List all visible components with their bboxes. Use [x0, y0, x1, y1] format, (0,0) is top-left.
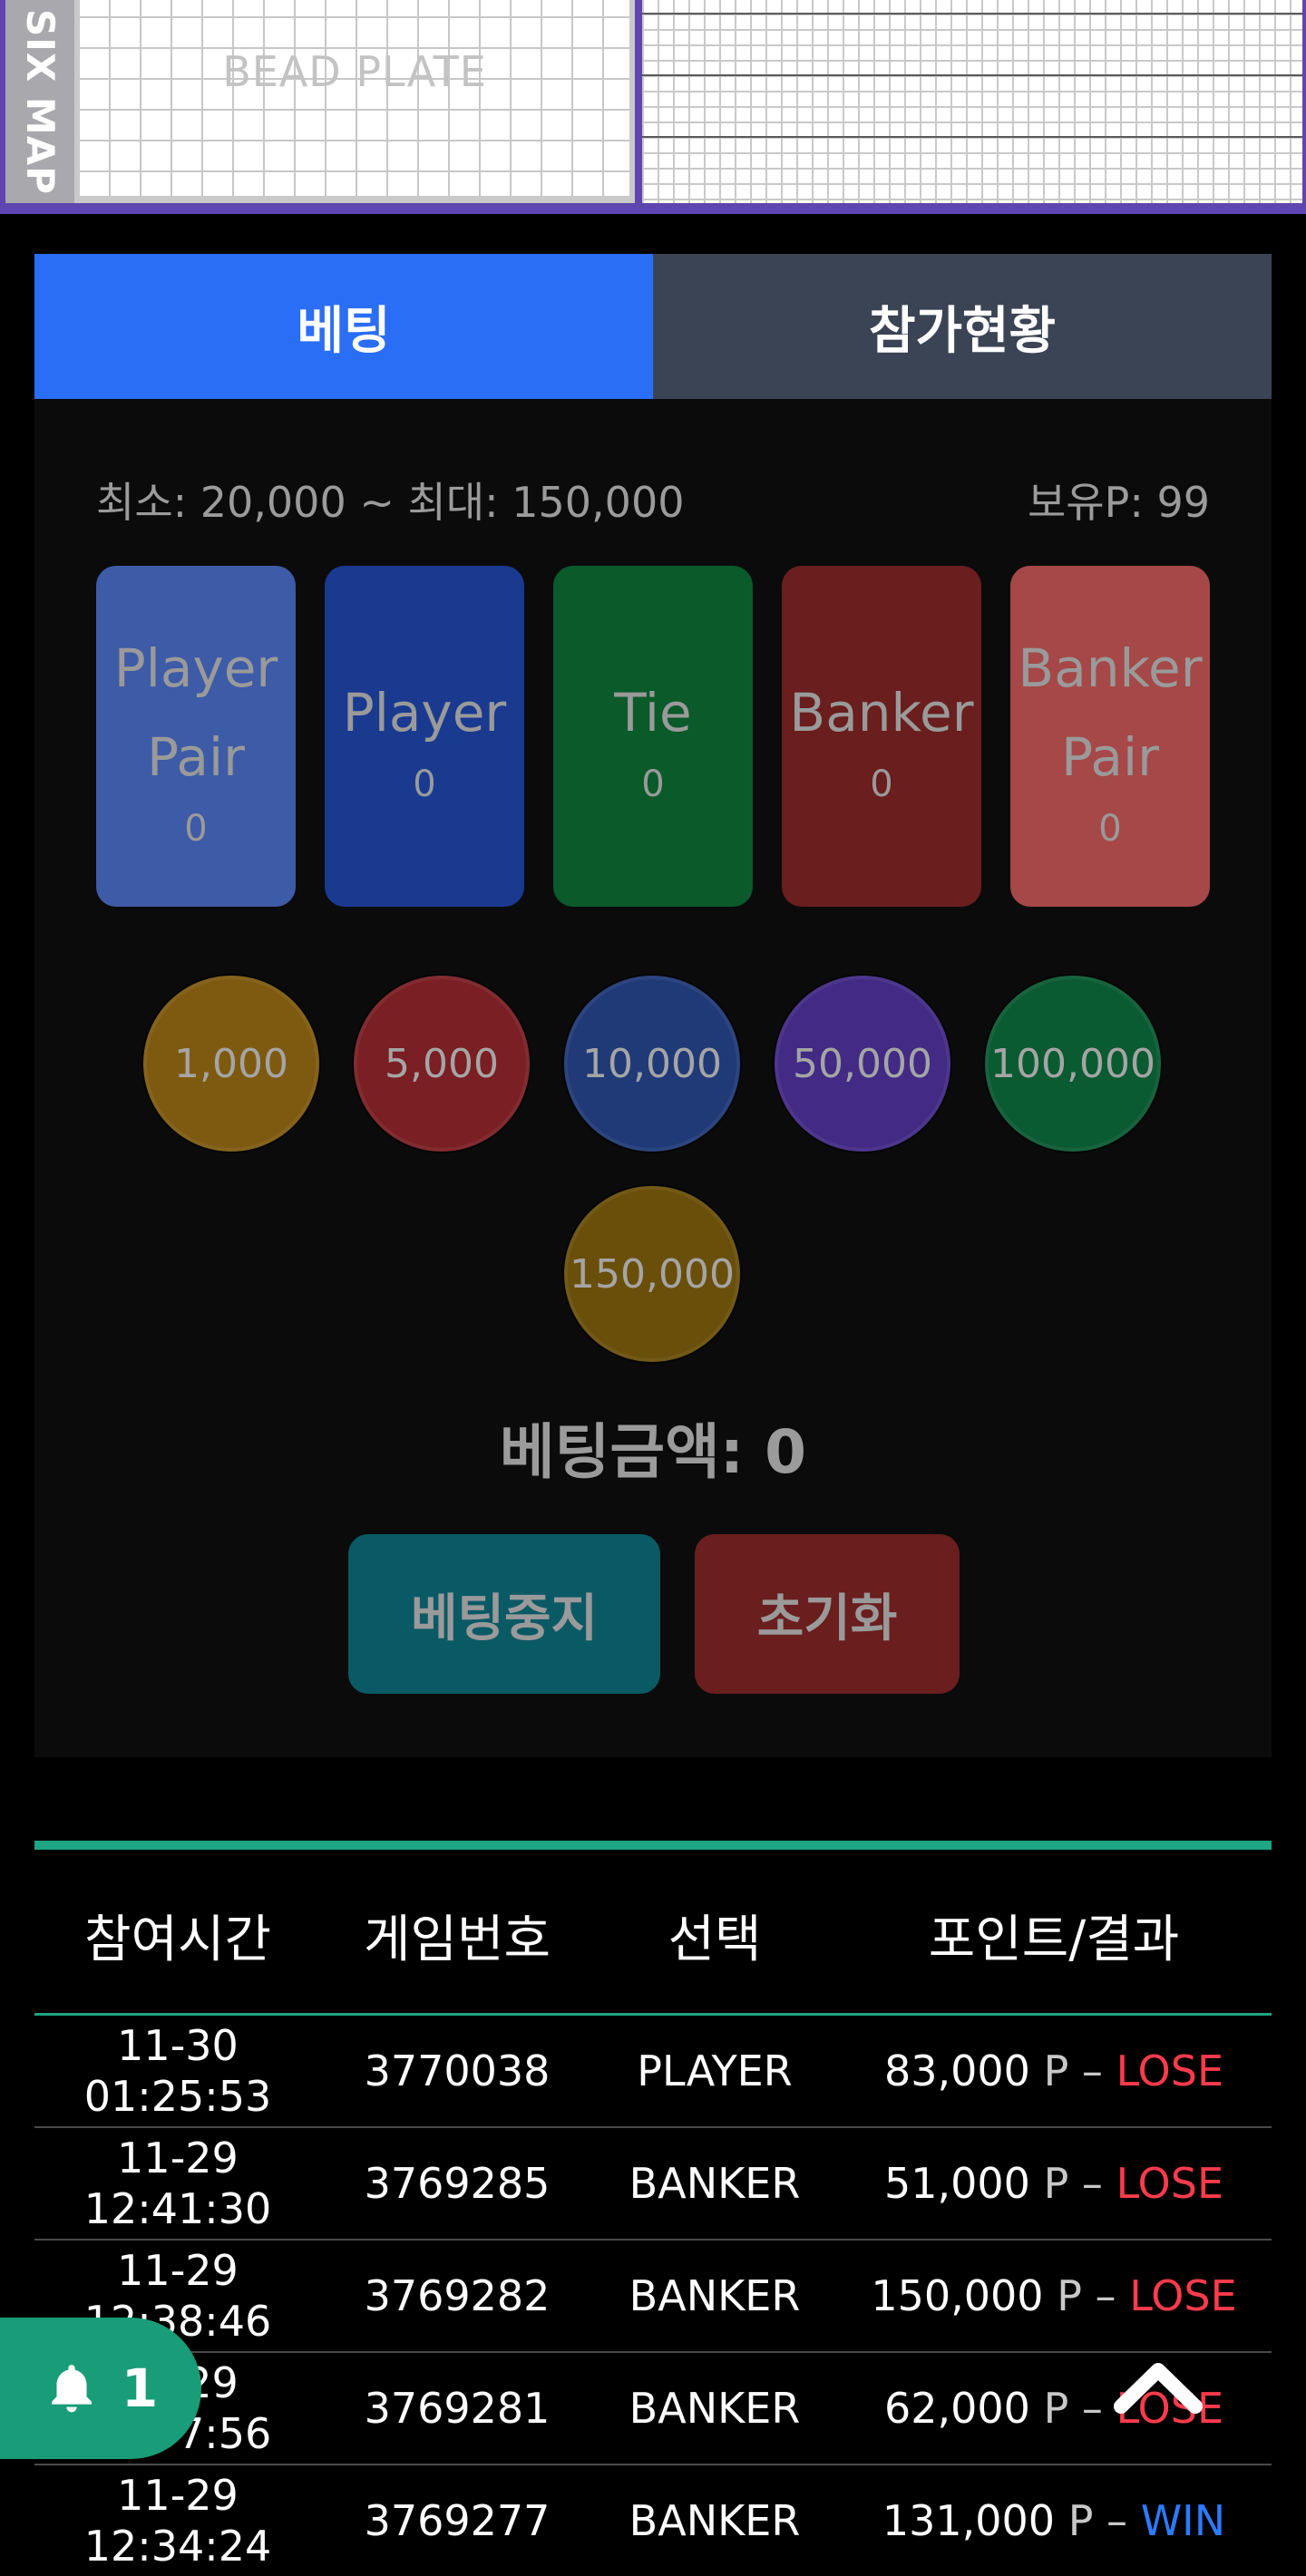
- table-row: 11-29 12:41:30 3769285 BANKER 51,000 P –…: [34, 2128, 1272, 2241]
- bet-banker-pair-label1: Banker: [1018, 637, 1203, 699]
- header-time: 참여시간: [83, 1910, 272, 1969]
- bet-player[interactable]: Player 0: [325, 566, 524, 907]
- row-unit: P –: [1067, 2496, 1128, 2545]
- header-game-number: 게임번호: [363, 1910, 551, 1969]
- row-selection: BANKER: [629, 2271, 801, 2320]
- row-points: 83,000: [883, 2046, 1030, 2095]
- row-game-number: 3769277: [364, 2496, 551, 2545]
- row-clock: 12:41:30: [83, 2184, 272, 2233]
- row-game-number: 3769281: [364, 2384, 551, 2433]
- chip-150000[interactable]: 150,000: [564, 1186, 740, 1362]
- bet-amount-total: 베팅금액: 0: [499, 1417, 807, 1487]
- header-selection: 선택: [668, 1910, 762, 1969]
- row-game-number: 3769285: [364, 2159, 551, 2208]
- row-clock: 01:25:53: [83, 2072, 272, 2121]
- chip-5000[interactable]: 5,000: [354, 976, 530, 1152]
- row-selection: PLAYER: [637, 2046, 793, 2095]
- row-unit: P –: [1043, 2159, 1103, 2208]
- row-points: 131,000: [882, 2496, 1056, 2545]
- row-game-number: 3770038: [364, 2046, 551, 2095]
- row-time: 11-29 12:41:30: [34, 2128, 321, 2239]
- bead-plate-title: BEAD PLATE: [222, 47, 487, 96]
- bet-player-label: Player: [342, 682, 507, 744]
- bead-plate-panel: SIX MAP BEAD PLATE: [5, 0, 635, 203]
- row-result: WIN: [1140, 2496, 1226, 2545]
- row-points: 62,000: [883, 2384, 1030, 2433]
- row-date: 11-29: [117, 2471, 239, 2520]
- tab-participation[interactable]: 참가현황: [653, 254, 1272, 399]
- row-selection: BANKER: [629, 2384, 801, 2433]
- bet-player-pair-label2: Pair: [147, 726, 245, 788]
- table-row: 11-30 01:25:53 3770038 PLAYER 83,000 P –…: [34, 2016, 1272, 2128]
- tab-bar: 베팅 참가현황: [34, 254, 1272, 399]
- row-unit: P –: [1057, 2271, 1116, 2320]
- row-unit: P –: [1043, 2046, 1103, 2095]
- notification-count: 1: [121, 2357, 159, 2419]
- chip-50000[interactable]: 50,000: [775, 976, 950, 1152]
- chip-1000[interactable]: 1,000: [143, 976, 319, 1152]
- big-road-grid: [642, 0, 1302, 203]
- bet-banker-label: Banker: [789, 682, 974, 744]
- bet-banker[interactable]: Banker 0: [782, 566, 981, 907]
- chevron-up-icon: [1114, 2363, 1203, 2414]
- bead-plate-grid: BEAD PLATE: [80, 0, 629, 196]
- table-row: 11-29 12:38:46 3769282 BANKER 150,000 P …: [34, 2241, 1272, 2353]
- row-clock: 12:34:24: [83, 2522, 272, 2571]
- row-result: LOSE: [1116, 2046, 1224, 2095]
- row-result: LOSE: [1129, 2271, 1237, 2320]
- scroll-top-button[interactable]: [1108, 2347, 1208, 2428]
- row-unit: P –: [1043, 2384, 1103, 2433]
- bet-tie-amount: 0: [641, 763, 665, 805]
- bet-banker-amount: 0: [870, 763, 893, 805]
- header-points-result: 포인트/결과: [928, 1910, 1180, 1969]
- tab-betting[interactable]: 베팅: [34, 254, 653, 399]
- row-date: 11-30: [117, 2021, 239, 2070]
- table-row: 11-29 12:37:56 3769281 BANKER 62,000 P –…: [34, 2353, 1272, 2465]
- six-map-text: SIX MAP: [17, 8, 63, 195]
- history-divider: [34, 1841, 1272, 1850]
- bet-banker-pair-amount: 0: [1098, 808, 1122, 850]
- row-selection: BANKER: [629, 2496, 801, 2545]
- row-time: 11-30 01:25:53: [34, 2016, 321, 2126]
- reset-button[interactable]: 초기화: [695, 1534, 960, 1694]
- bet-player-pair-label1: Player: [113, 637, 278, 699]
- bet-banker-pair-label2: Pair: [1061, 726, 1159, 788]
- bet-player-pair-amount: 0: [184, 808, 208, 850]
- table-row: 11-29 12:34:24 3769277 BANKER 131,000 P …: [34, 2465, 1272, 2576]
- bet-tie-label: Tie: [614, 682, 692, 744]
- row-points: 150,000: [871, 2271, 1044, 2320]
- row-points-result: 51,000 P – LOSE: [836, 2128, 1272, 2239]
- bet-player-amount: 0: [413, 763, 436, 805]
- row-selection: BANKER: [629, 2159, 801, 2208]
- points-balance: 보유P: 99: [1027, 478, 1210, 527]
- chip-100000[interactable]: 100,000: [985, 976, 1161, 1152]
- stop-betting-button[interactable]: 베팅중지: [348, 1534, 660, 1694]
- chip-10000[interactable]: 10,000: [564, 976, 740, 1152]
- row-time: 11-29 12:34:24: [34, 2465, 321, 2576]
- bet-limits: 최소: 20,000 ~ 최대: 150,000: [96, 478, 685, 527]
- row-date: 11-29: [117, 2246, 239, 2295]
- bet-player-pair[interactable]: Player Pair 0: [96, 566, 296, 907]
- row-points-result: 131,000 P – WIN: [836, 2465, 1272, 2576]
- row-points: 51,000: [883, 2159, 1030, 2208]
- row-points-result: 150,000 P – LOSE: [836, 2241, 1272, 2351]
- row-result: LOSE: [1116, 2159, 1224, 2208]
- betting-panel: 최소: 20,000 ~ 최대: 150,000 보유P: 99 Player …: [34, 399, 1272, 1757]
- notification-button[interactable]: 1: [0, 2318, 201, 2459]
- bet-banker-pair[interactable]: Banker Pair 0: [1010, 566, 1210, 907]
- row-points-result: 83,000 P – LOSE: [836, 2016, 1272, 2126]
- history-header: 참여시간 게임번호 선택 포인트/결과: [34, 1850, 1272, 2016]
- row-date: 11-29: [117, 2134, 239, 2182]
- row-game-number: 3769282: [364, 2271, 551, 2320]
- six-map-label: SIX MAP: [5, 0, 74, 203]
- bell-icon: [51, 2365, 92, 2413]
- bet-tie[interactable]: Tie 0: [553, 566, 753, 907]
- scoreboard: SIX MAP BEAD PLATE: [0, 0, 1306, 214]
